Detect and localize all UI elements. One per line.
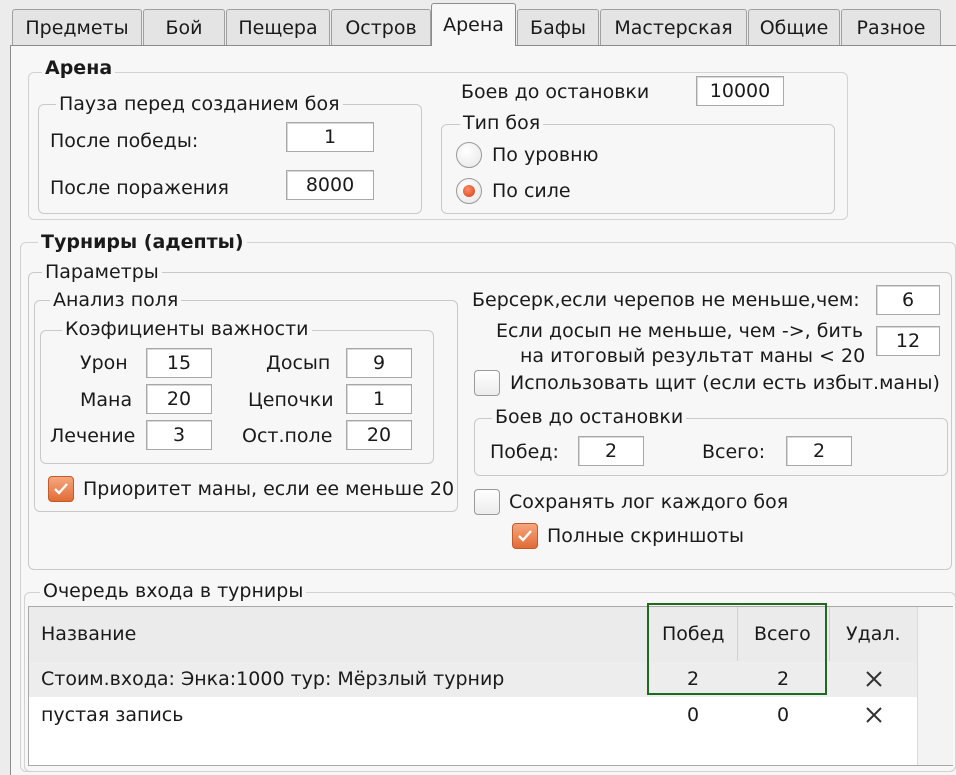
damage-input[interactable]: 15 <box>146 348 212 378</box>
berserk-input[interactable]: 6 <box>876 285 940 315</box>
tab-arena[interactable]: Арена <box>431 3 516 46</box>
coefficients-title: Коэфициенты важности <box>62 318 312 340</box>
tab-label: Бафы <box>530 16 586 39</box>
armor-input[interactable]: 9 <box>346 348 412 378</box>
column-divider <box>829 607 830 661</box>
mana-label: Мана <box>80 389 133 411</box>
armor-value: 9 <box>372 352 386 374</box>
tab-island[interactable]: Остров <box>331 9 431 45</box>
full-screenshots-checkbox[interactable] <box>512 523 538 549</box>
tab-bar: Предметы Бой Пещера Остров Арена Бафы Ма… <box>0 0 956 46</box>
row-name: Стоим.входа: Энка:1000 тур: Мёрзлый турн… <box>41 668 505 690</box>
tab-items[interactable]: Предметы <box>12 9 142 45</box>
heal-label: Лечение <box>50 425 136 447</box>
tab-battle[interactable]: Бой <box>143 9 225 45</box>
by-level-label: По уровню <box>492 144 599 166</box>
chains-label: Цепочки <box>248 389 334 411</box>
stop-wins-input[interactable]: 2 <box>578 436 644 466</box>
chains-input[interactable]: 1 <box>346 384 412 414</box>
highlight-box <box>647 603 827 695</box>
mana-priority-label: Приоритет маны, если ее меньше 20 <box>83 478 455 500</box>
tab-label: Общие <box>759 16 829 39</box>
mana-priority-checkbox[interactable] <box>48 476 74 502</box>
after-loss-value: 8000 <box>305 174 355 196</box>
field-analysis-title: Анализ поля <box>50 289 182 311</box>
berserk-label: Берсерк,если черепов не меньше,чем: <box>472 289 860 311</box>
tab-misc[interactable]: Разное <box>841 9 941 45</box>
battle-type-title: Тип боя <box>460 112 544 134</box>
heal-value: 3 <box>172 424 186 446</box>
checkmark-icon <box>518 530 532 542</box>
use-shield-checkbox[interactable] <box>474 370 500 396</box>
after-loss-label: После поражения <box>50 177 229 199</box>
armor-threshold-input[interactable]: 12 <box>876 326 940 356</box>
tab-label: Мастерская <box>614 16 733 39</box>
column-header-delete[interactable]: Удал. <box>846 622 901 646</box>
after-win-value: 1 <box>323 126 337 148</box>
radio-by-level[interactable] <box>456 142 482 168</box>
delete-icon[interactable] <box>864 705 884 725</box>
heal-input[interactable]: 3 <box>146 420 212 450</box>
column-header-name[interactable]: Название <box>41 622 136 646</box>
tab-workshop[interactable]: Мастерская <box>600 9 747 45</box>
armor-threshold-value: 12 <box>895 330 921 352</box>
row-wins[interactable]: 0 <box>687 703 699 727</box>
tab-label: Предметы <box>25 16 129 39</box>
tab-cave[interactable]: Пещера <box>226 9 330 45</box>
damage-label: Урон <box>80 352 128 374</box>
table-row[interactable]: пустая запись 0 0 <box>29 697 917 733</box>
rest-field-label: Ост.поле <box>242 425 333 447</box>
after-win-label: После победы: <box>50 130 199 152</box>
battles-until-stop-value: 10000 <box>709 80 771 102</box>
rest-field-input[interactable]: 20 <box>346 420 412 450</box>
tab-label: Пещера <box>238 16 318 39</box>
radio-by-strength[interactable] <box>456 178 482 204</box>
armor-threshold-line2: на итоговый результат маны < 20 <box>520 345 866 367</box>
stop-total-input[interactable]: 2 <box>786 436 852 466</box>
mana-input[interactable]: 20 <box>146 384 212 414</box>
after-win-input[interactable]: 1 <box>286 122 374 152</box>
checkmark-icon <box>54 483 68 495</box>
mana-value: 20 <box>166 388 192 410</box>
chains-value: 1 <box>372 388 386 410</box>
battles-until-stop-label: Боев до остановки <box>461 81 650 103</box>
stop-title: Боев до остановки <box>492 406 687 428</box>
rest-field-value: 20 <box>366 424 392 446</box>
by-strength-label: По силе <box>492 180 571 202</box>
params-title: Параметры <box>42 261 162 283</box>
after-loss-input[interactable]: 8000 <box>286 170 374 200</box>
row-name: пустая запись <box>41 704 184 726</box>
use-shield-label: Использовать щит (если есть избыт.маны) <box>510 372 940 394</box>
stop-total-value: 2 <box>812 440 826 462</box>
tournaments-title: Турниры (адепты) <box>38 231 247 253</box>
battles-until-stop-input[interactable]: 10000 <box>696 76 784 106</box>
save-log-checkbox[interactable] <box>474 489 500 515</box>
pause-title: Пауза перед созданием боя <box>56 93 343 115</box>
berserk-value: 6 <box>901 289 915 311</box>
queue-title: Очередь входа в турниры <box>40 580 307 602</box>
armor-threshold-line1: Если досып не меньше, чем ->, бить <box>496 320 864 342</box>
tab-label: Бой <box>165 16 203 39</box>
vertical-scrollbar[interactable] <box>917 607 953 765</box>
save-log-label: Сохранять лог каждого боя <box>509 491 789 513</box>
stop-wins-label: Побед: <box>490 441 559 463</box>
full-screenshots-label: Полные скриншоты <box>547 525 745 547</box>
tab-label: Арена <box>443 14 504 36</box>
tab-label: Остров <box>345 16 417 39</box>
tab-buffs[interactable]: Бафы <box>517 9 599 45</box>
row-total[interactable]: 0 <box>777 703 789 727</box>
stop-wins-value: 2 <box>604 440 618 462</box>
tab-label: Разное <box>856 16 926 39</box>
delete-icon[interactable] <box>864 669 884 689</box>
damage-value: 15 <box>166 352 192 374</box>
stop-total-label: Всего: <box>702 441 766 463</box>
armor-label: Досып <box>266 352 331 374</box>
arena-title: Арена <box>42 57 116 79</box>
tab-general[interactable]: Общие <box>748 9 840 45</box>
